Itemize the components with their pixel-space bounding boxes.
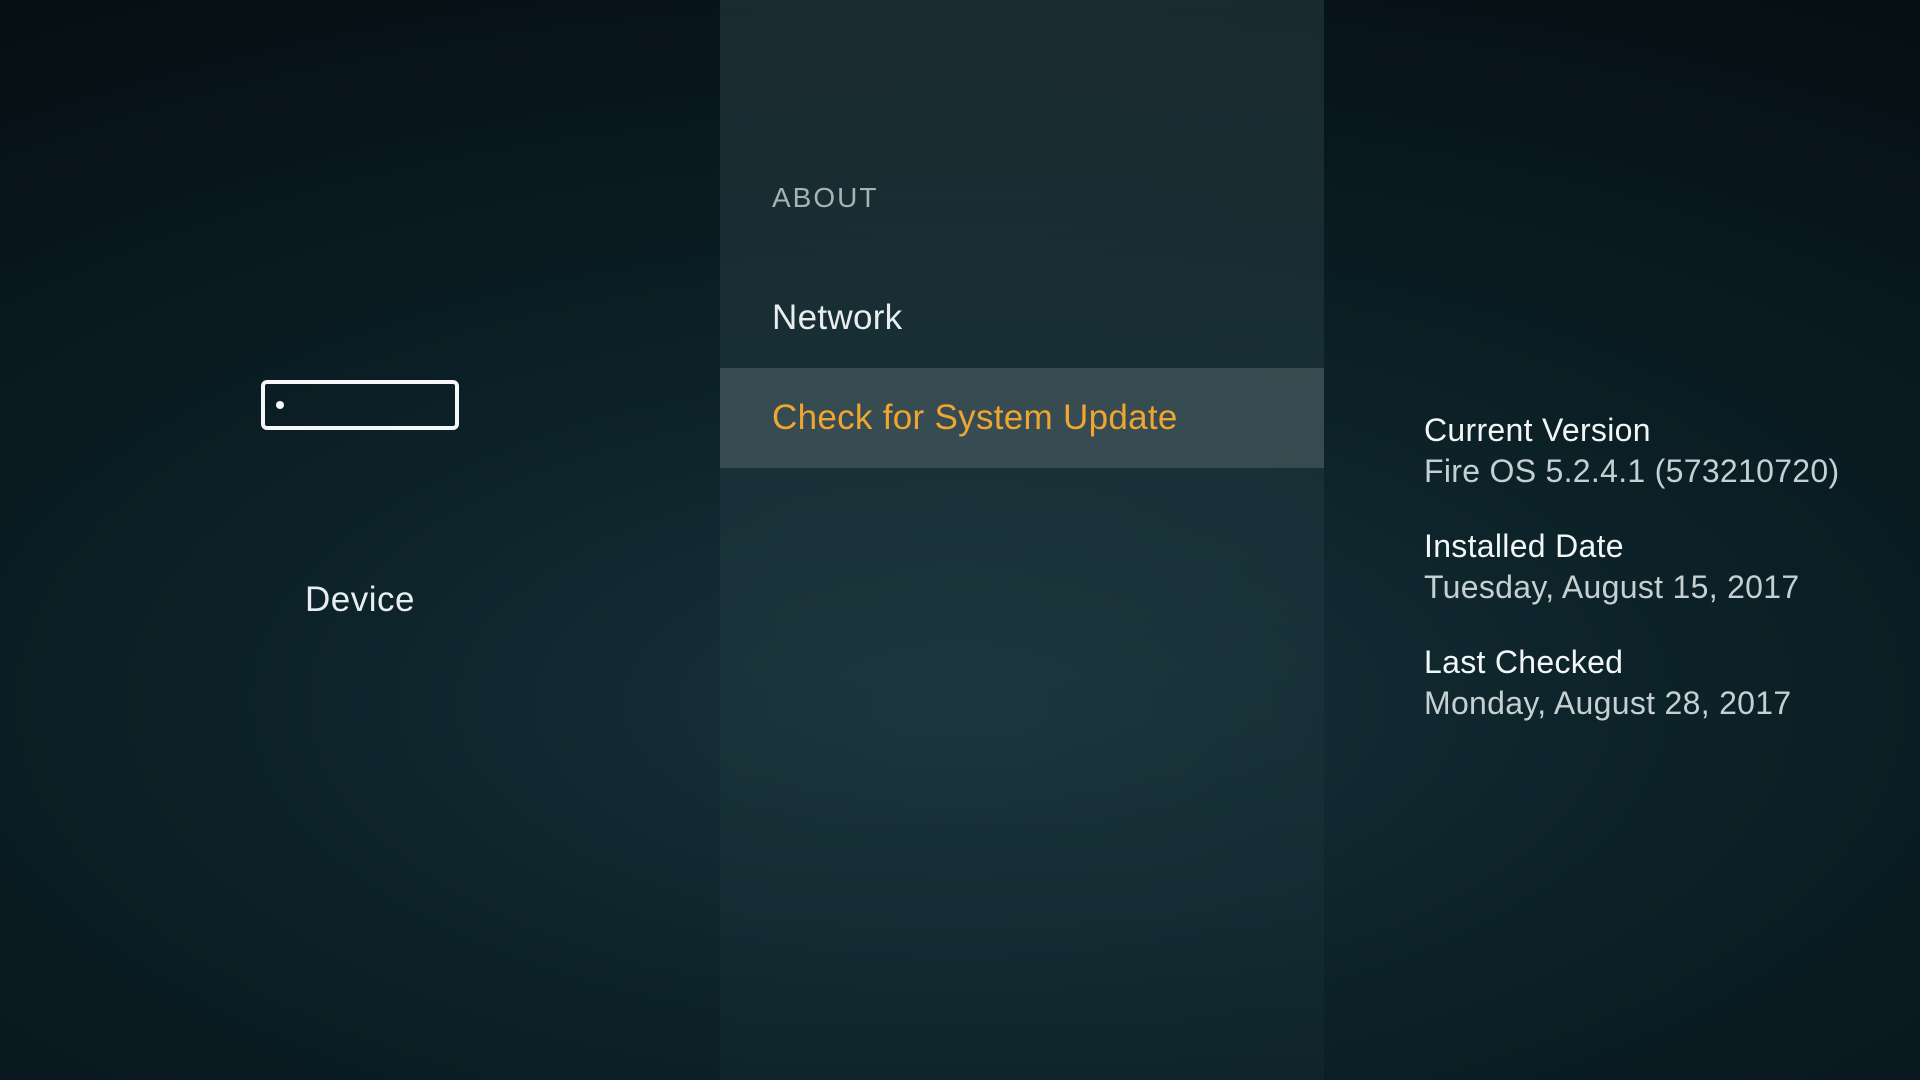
section-about-label: ABOUT: [720, 182, 1324, 268]
left-panel: Device: [0, 0, 720, 1080]
installed-date-title: Installed Date: [1424, 528, 1860, 565]
current-version-value: Fire OS 5.2.4.1 (573210720): [1424, 453, 1860, 490]
last-checked-title: Last Checked: [1424, 644, 1860, 681]
device-icon-wrap: Device: [261, 380, 459, 620]
info-last-checked: Last Checked Monday, August 28, 2017: [1424, 644, 1860, 722]
installed-date-value: Tuesday, August 15, 2017: [1424, 569, 1860, 606]
info-current-version: Current Version Fire OS 5.2.4.1 (5732107…: [1424, 412, 1860, 490]
device-label: Device: [305, 580, 415, 620]
info-installed-date: Installed Date Tuesday, August 15, 2017: [1424, 528, 1860, 606]
center-panel: ABOUT Network Check for System Update: [720, 0, 1324, 1080]
menu-item-network[interactable]: Network: [720, 268, 1324, 368]
current-version-title: Current Version: [1424, 412, 1860, 449]
menu-item-check-for-update[interactable]: Check for System Update: [720, 368, 1324, 468]
right-panel: Current Version Fire OS 5.2.4.1 (5732107…: [1324, 0, 1920, 1080]
device-box-icon: [261, 380, 459, 430]
last-checked-value: Monday, August 28, 2017: [1424, 685, 1860, 722]
